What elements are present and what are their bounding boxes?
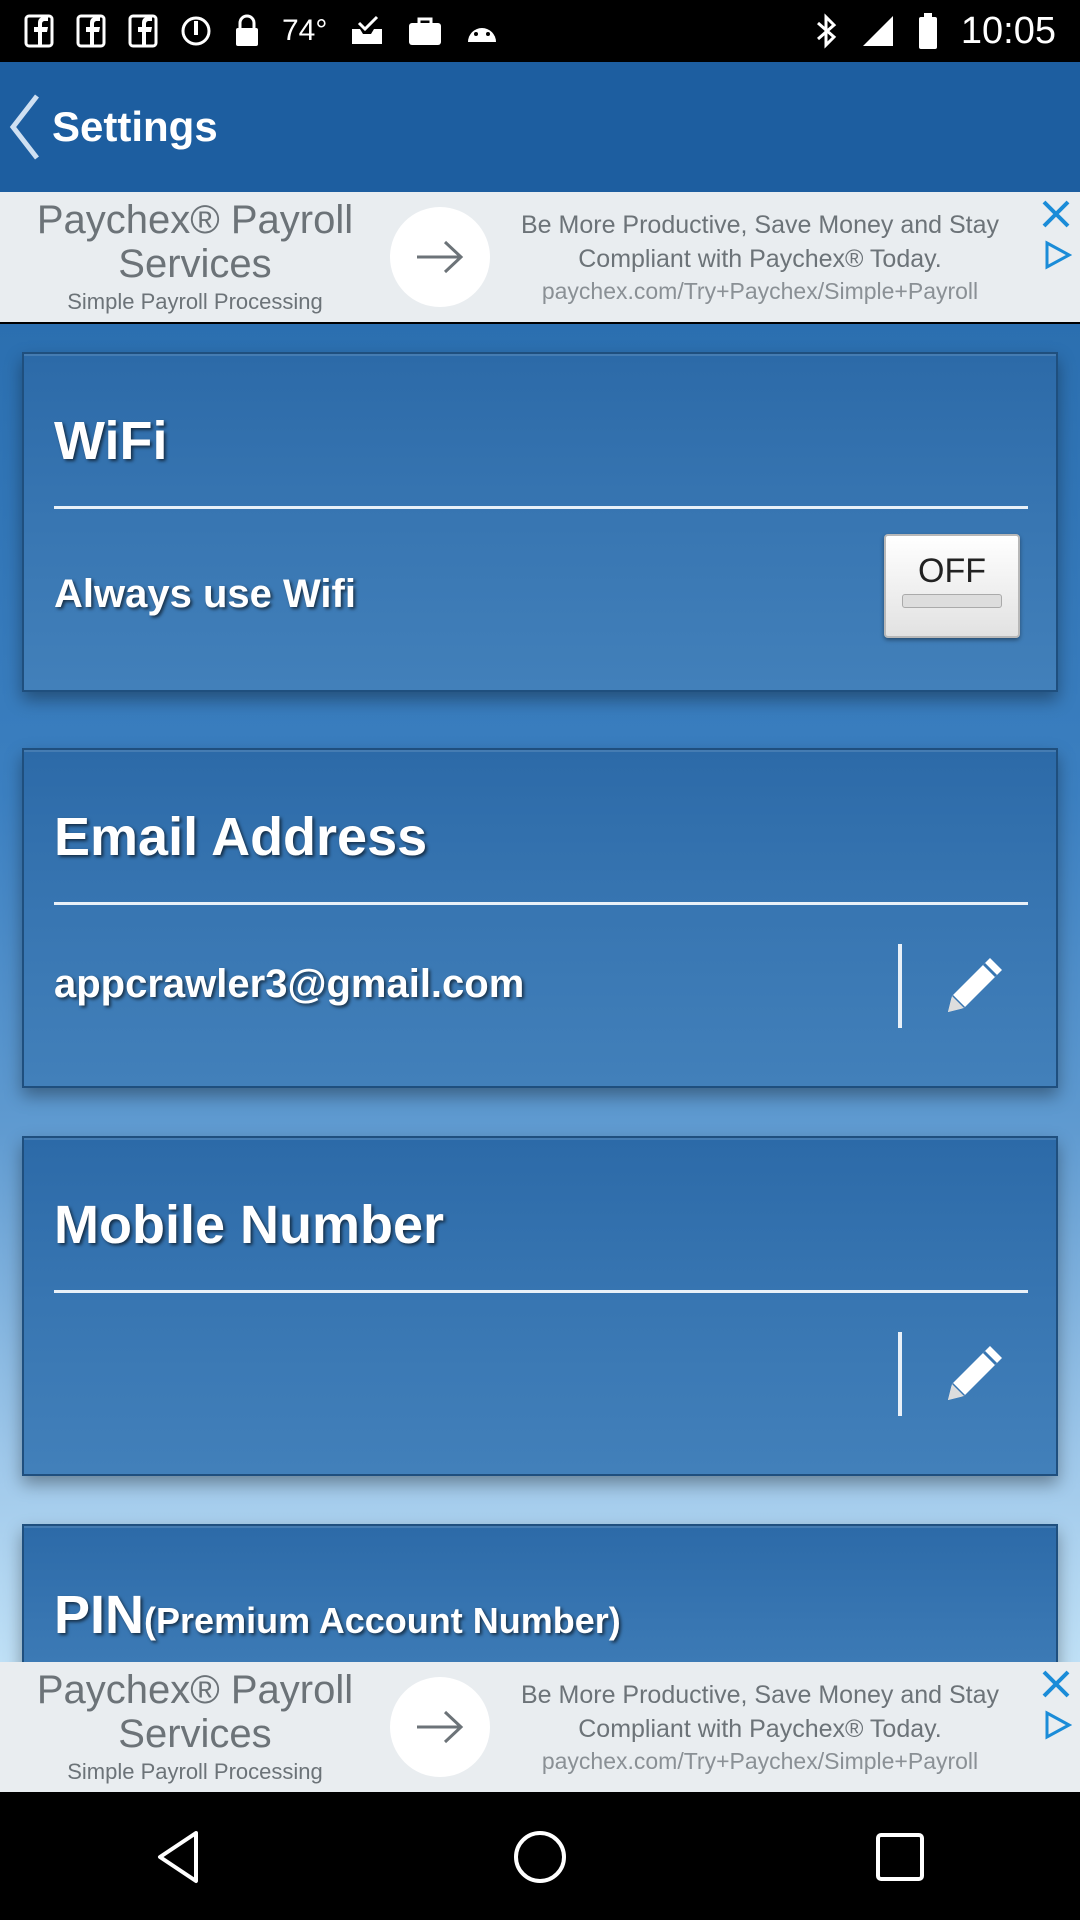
arrow-right-icon (417, 1710, 464, 1744)
mobile-title: Mobile Number (54, 1195, 445, 1255)
bluetooth-icon (816, 13, 837, 49)
page-title: Settings (52, 103, 218, 150)
nav-back-button[interactable] (120, 1797, 240, 1917)
divider (54, 902, 1028, 905)
ad-message-line1: Be More Productive, Save Money and Stay (520, 1681, 1000, 1709)
signal-icon (862, 16, 893, 46)
power-icon (181, 16, 211, 46)
pin-subtitle: (Premium Account Number) (144, 1600, 621, 1641)
android-icon (468, 28, 497, 42)
wifi-title: WiFi (54, 411, 168, 471)
divider (54, 506, 1028, 509)
email-title: Email Address (54, 807, 428, 867)
ad-brand-line2: Services (118, 1712, 272, 1756)
inbox-icon (352, 15, 383, 44)
email-card: Email Address appcrawler3@gmail.com (22, 748, 1058, 1088)
mobile-card: Mobile Number (22, 1136, 1058, 1476)
pin-title-wrap: PIN(Premium Account Number) (54, 1584, 621, 1646)
system-icons: 10:05 (815, 10, 1056, 53)
circle-home-icon (514, 1830, 566, 1883)
ad-banner-top[interactable]: Paychex® Payroll Services Simple Payroll… (0, 192, 1080, 322)
vertical-separator (898, 1332, 902, 1416)
wifi-card: WiFi Always use Wifi OFF (22, 352, 1058, 692)
ad-open-button[interactable] (390, 207, 490, 307)
temperature-text: 74° (282, 14, 328, 47)
edit-email-button[interactable] (934, 946, 1014, 1026)
pencil-icon (948, 958, 1002, 1012)
email-value: appcrawler3@gmail.com (54, 962, 525, 1006)
ad-message-line2: Compliant with Paychex® Today. (578, 245, 942, 273)
back-button[interactable] (4, 62, 44, 192)
facebook-icon (24, 14, 54, 48)
ad-banner-bottom[interactable]: Paychex® Payroll Services Simple Payroll… (0, 1662, 1080, 1792)
ad-brand-line2: Services (118, 242, 272, 286)
ad-brand: Paychex® Payroll Services Simple Payroll… (0, 1668, 390, 1786)
pin-card: PIN(Premium Account Number) (22, 1524, 1058, 1662)
ad-message: Be More Productive, Save Money and Stay … (490, 208, 1080, 306)
always-use-wifi-toggle[interactable]: OFF (884, 534, 1020, 638)
ad-brand-line1: Paychex® Payroll (36, 1668, 354, 1712)
facebook-icon (76, 14, 106, 48)
square-recents-icon (876, 1832, 924, 1881)
briefcase-icon (409, 17, 442, 45)
pin-title: PIN (54, 1585, 145, 1645)
ad-tagline: Simple Payroll Processing (67, 289, 323, 314)
facebook-icon (128, 14, 158, 48)
edit-mobile-button[interactable] (934, 1334, 1014, 1414)
toggle-state-text: OFF (918, 552, 986, 590)
nav-recents-button[interactable] (840, 1797, 960, 1917)
status-bar: 74° 10:05 (0, 0, 1080, 62)
toggle-bar (902, 594, 1002, 608)
settings-content[interactable]: WiFi Always use Wifi OFF Email Address a… (0, 324, 1080, 1662)
always-use-wifi-label: Always use Wifi (54, 572, 356, 616)
chevron-left-icon (9, 94, 39, 160)
vertical-separator (898, 944, 902, 1028)
battery-icon (918, 13, 937, 49)
ad-message: Be More Productive, Save Money and Stay … (490, 1678, 1080, 1776)
close-icon[interactable] (1040, 198, 1072, 230)
clock-text: 10:05 (960, 9, 1056, 52)
ad-open-button[interactable] (390, 1677, 490, 1777)
app-bar: Settings (0, 62, 1080, 192)
lock-icon (236, 14, 258, 46)
ad-url: paychex.com/Try+Paychex/Simple+Payroll (541, 1748, 979, 1774)
ad-brand-line1: Paychex® Payroll (36, 198, 354, 242)
close-icon[interactable] (1040, 1668, 1072, 1700)
ad-url: paychex.com/Try+Paychex/Simple+Payroll (541, 278, 979, 304)
nav-home-button[interactable] (480, 1797, 600, 1917)
adchoices-icon[interactable] (1042, 240, 1072, 270)
divider (54, 1290, 1028, 1293)
ad-brand: Paychex® Payroll Services Simple Payroll… (0, 198, 390, 316)
notification-icons: 74° (24, 14, 499, 48)
system-nav-bar (0, 1793, 1080, 1920)
arrow-right-icon (417, 240, 464, 274)
triangle-back-icon (158, 1830, 198, 1883)
ad-message-line2: Compliant with Paychex® Today. (578, 1715, 942, 1743)
ad-message-line1: Be More Productive, Save Money and Stay (520, 211, 1000, 239)
ad-tagline: Simple Payroll Processing (67, 1759, 323, 1784)
adchoices-icon[interactable] (1042, 1710, 1072, 1740)
pencil-icon (948, 1346, 1002, 1400)
